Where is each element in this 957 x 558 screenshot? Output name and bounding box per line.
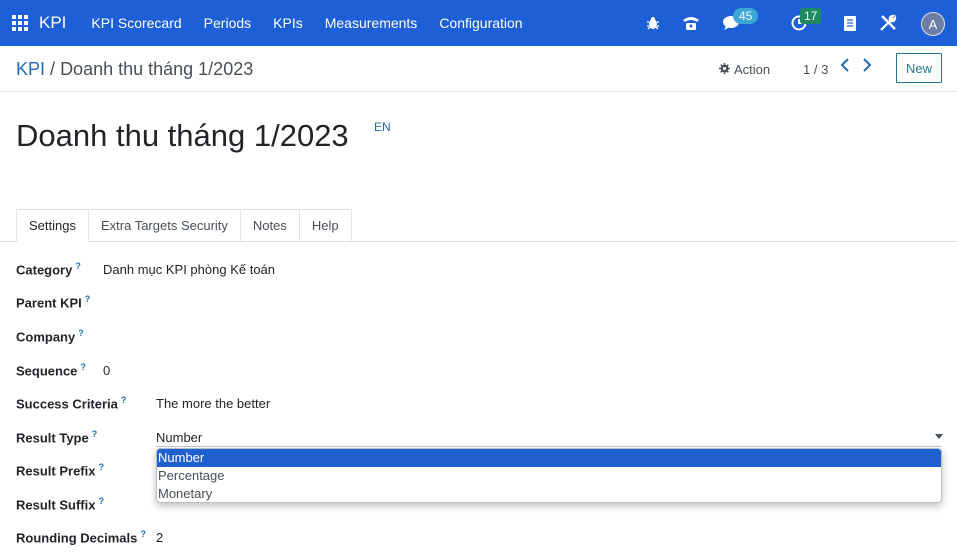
- tools-icon[interactable]: [876, 11, 900, 35]
- help-icon[interactable]: ?: [78, 328, 84, 338]
- top-navbar: KPI KPI Scorecard Periods KPIs Measureme…: [0, 0, 957, 46]
- category-label: Category?: [16, 261, 81, 278]
- result-type-dropdown: Number Percentage Monetary: [156, 448, 942, 503]
- menu-periods[interactable]: Periods: [193, 15, 262, 31]
- tab-extra-targets-security[interactable]: Extra Targets Security: [88, 209, 241, 242]
- caret-down-icon[interactable]: [935, 432, 943, 442]
- rounding-decimals-value[interactable]: 2: [156, 530, 163, 545]
- record-title[interactable]: Doanh thu tháng 1/2023: [16, 118, 349, 154]
- tab-bar: Settings Extra Targets Security Notes He…: [16, 209, 352, 242]
- main-menu: KPI Scorecard Periods KPIs Measurements …: [80, 15, 533, 31]
- document-icon[interactable]: [838, 11, 862, 35]
- help-icon[interactable]: ?: [140, 529, 146, 539]
- tab-settings[interactable]: Settings: [16, 209, 89, 242]
- menu-kpi-scorecard[interactable]: KPI Scorecard: [80, 15, 192, 31]
- action-button[interactable]: Action: [719, 62, 770, 77]
- phone-icon[interactable]: [679, 11, 703, 35]
- language-tag[interactable]: EN: [374, 120, 391, 134]
- help-icon[interactable]: ?: [98, 496, 104, 506]
- option-monetary[interactable]: Monetary: [157, 485, 941, 502]
- breadcrumb-separator: /: [50, 59, 56, 79]
- breadcrumb-current: Doanh thu tháng 1/2023: [60, 59, 254, 79]
- menu-kpis[interactable]: KPIs: [262, 15, 314, 31]
- breadcrumb-parent[interactable]: KPI: [16, 59, 45, 79]
- option-percentage[interactable]: Percentage: [157, 467, 941, 485]
- company-label: Company?: [16, 328, 84, 345]
- avatar[interactable]: A: [921, 12, 945, 36]
- chat-icon[interactable]: 45: [720, 8, 759, 35]
- breadcrumb: KPI / Doanh thu tháng 1/2023: [16, 59, 253, 80]
- help-icon[interactable]: ?: [98, 462, 104, 472]
- activities-badge: 17: [800, 8, 822, 24]
- new-button[interactable]: New: [896, 53, 942, 83]
- pager-value[interactable]: 1 / 3: [803, 62, 828, 77]
- app-brand[interactable]: KPI: [39, 13, 66, 33]
- success-criteria-label: Success Criteria?: [16, 395, 127, 412]
- help-icon[interactable]: ?: [121, 395, 127, 405]
- result-type-select[interactable]: Number: [156, 430, 202, 445]
- help-icon[interactable]: ?: [80, 362, 86, 372]
- parent-kpi-label: Parent KPI?: [16, 294, 91, 311]
- rounding-decimals-label: Rounding Decimals?: [16, 529, 146, 546]
- result-suffix-label: Result Suffix?: [16, 496, 104, 513]
- menu-configuration[interactable]: Configuration: [428, 15, 533, 31]
- tab-help[interactable]: Help: [299, 209, 352, 242]
- messages-badge: 45: [733, 8, 759, 24]
- success-criteria-value[interactable]: The more the better: [156, 396, 270, 411]
- sequence-value[interactable]: 0: [103, 363, 110, 378]
- result-prefix-label: Result Prefix?: [16, 462, 104, 479]
- bug-icon[interactable]: [641, 11, 665, 35]
- help-icon[interactable]: ?: [75, 261, 81, 271]
- control-panel: KPI / Doanh thu tháng 1/2023 Action 1 / …: [0, 46, 957, 92]
- menu-measurements[interactable]: Measurements: [314, 15, 429, 31]
- chevron-right-icon[interactable]: [862, 58, 872, 77]
- option-number[interactable]: Number: [157, 449, 941, 467]
- sequence-label: Sequence?: [16, 362, 86, 379]
- chevron-left-icon[interactable]: [840, 58, 850, 77]
- gear-icon: [719, 62, 730, 77]
- apps-icon[interactable]: [12, 15, 28, 31]
- result-type-underline: [156, 446, 942, 447]
- help-icon[interactable]: ?: [92, 429, 98, 439]
- tab-notes[interactable]: Notes: [240, 209, 300, 242]
- category-value[interactable]: Danh mục KPI phòng Kế toán: [103, 262, 275, 277]
- result-type-label: Result Type?: [16, 429, 98, 446]
- clock-icon[interactable]: 17: [787, 8, 822, 35]
- help-icon[interactable]: ?: [85, 294, 91, 304]
- action-label: Action: [734, 62, 771, 77]
